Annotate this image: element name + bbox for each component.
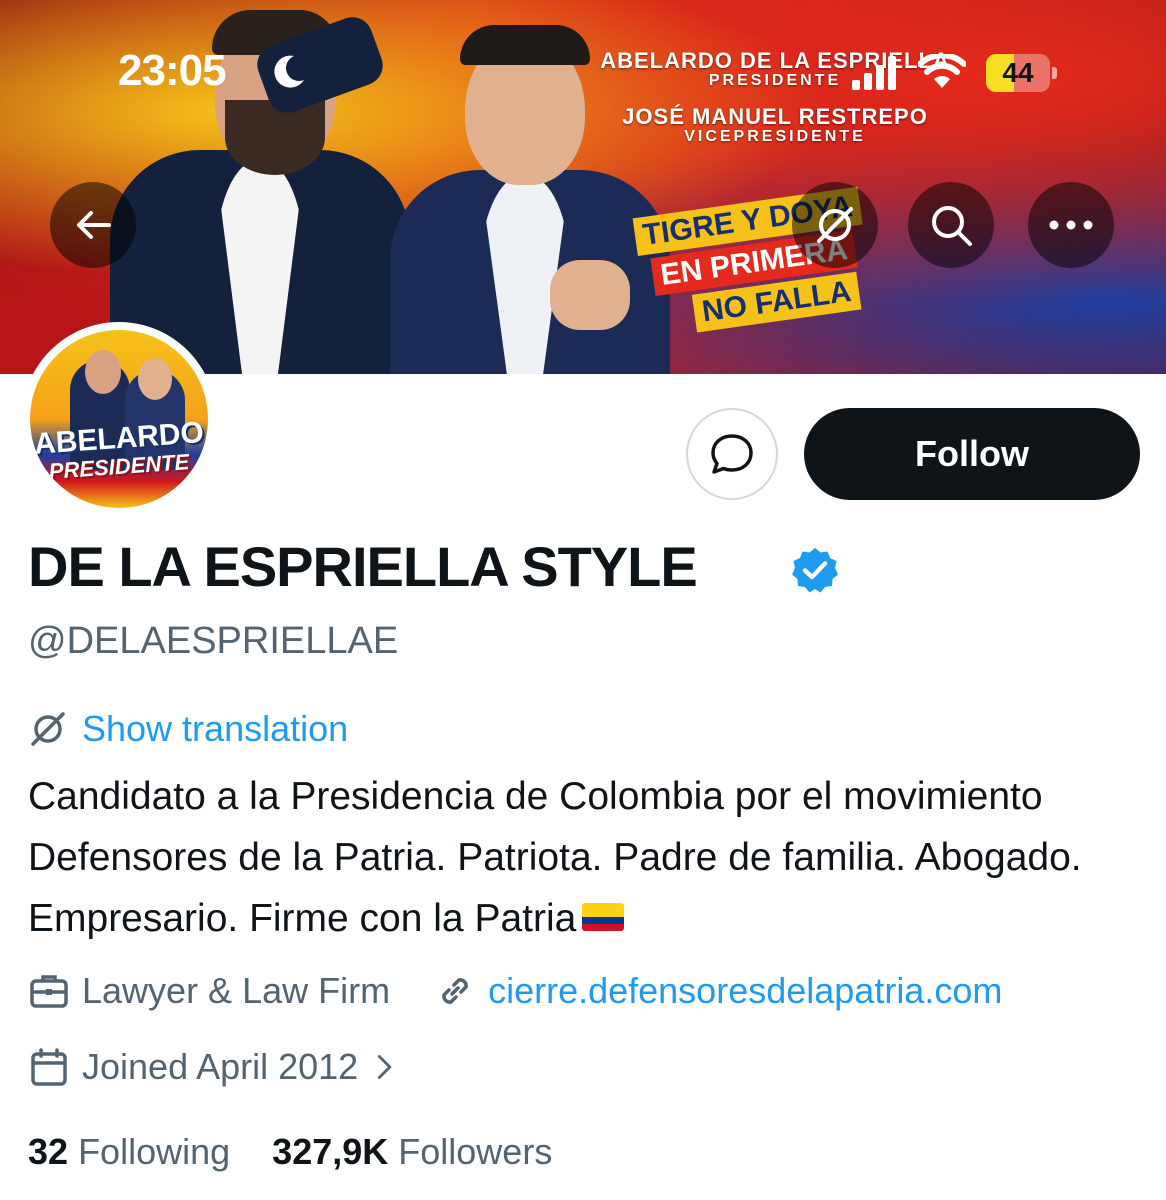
following-stat[interactable]: 32 Following: [28, 1131, 230, 1172]
status-time: 23:05: [118, 46, 227, 95]
avatar-head-left: [85, 350, 121, 394]
profile-handle: @DELAESPRIELLAE: [28, 620, 399, 662]
profile-joined-date: Joined April 2012: [82, 1046, 359, 1087]
banner-candidate-name: ABELARDO DE LA ESPRIELLA: [600, 48, 950, 73]
avatar-image: ABELARDO PRESIDENTE: [30, 330, 208, 508]
message-button[interactable]: [686, 408, 778, 500]
following-count: 32: [28, 1131, 69, 1172]
avatar-head-right: [138, 358, 172, 400]
profile-display-name: DE LA ESPRIELLA STYLE: [28, 535, 698, 598]
moon-icon: [274, 55, 304, 88]
profile-website-link[interactable]: cierre.defensoresdelapatria.com: [488, 970, 1002, 1012]
follow-button[interactable]: Follow: [804, 408, 1140, 500]
translate-icon: [31, 712, 65, 746]
profile-avatar[interactable]: ABELARDO PRESIDENTE: [22, 322, 216, 516]
show-translation-link[interactable]: Show translation: [82, 708, 348, 750]
cellular-signal-icon: [852, 56, 896, 90]
verified-badge-icon[interactable]: [790, 545, 840, 595]
battery-tip: [1052, 67, 1057, 79]
wifi-icon: [918, 54, 966, 88]
profile-bio: Candidato a la Presidencia de Colombia p…: [28, 766, 1138, 949]
followers-stat[interactable]: 327,9K Followers: [272, 1131, 552, 1172]
calendar-icon: [31, 1048, 67, 1086]
translate-button[interactable]: [792, 182, 878, 268]
profile-meta-row: Lawyer & Law Firm cierre.defensoresdelap…: [28, 970, 1002, 1012]
banner-candidate-title: PRESIDENTE: [708, 72, 842, 89]
battery-body: 44: [986, 54, 1050, 92]
message-icon: [711, 434, 753, 474]
translate-icon: [817, 207, 853, 243]
profile-joined-row[interactable]: Joined April 2012: [28, 1046, 402, 1088]
briefcase-icon: [30, 975, 68, 1008]
more-icon: [1049, 220, 1093, 230]
followers-count: 327,9K: [272, 1131, 389, 1172]
profile-category: Lawyer & Law Firm: [82, 970, 391, 1011]
bio-text: Candidato a la Presidencia de Colombia p…: [28, 775, 1082, 940]
battery-indicator: 44: [986, 54, 1060, 92]
back-arrow-icon: [77, 211, 111, 239]
show-translation-row[interactable]: Show translation: [28, 708, 348, 750]
banner-fist: [550, 260, 630, 330]
banner-beard-left: [225, 100, 325, 175]
followers-label: Followers: [398, 1131, 553, 1172]
following-label: Following: [78, 1131, 231, 1172]
banner-hair-right: [460, 25, 590, 65]
link-icon: [442, 978, 468, 1004]
profile-stats: 32 Following 327,9K Followers: [28, 1131, 552, 1173]
search-button[interactable]: [908, 182, 994, 268]
colombia-flag-emoji: [582, 902, 625, 931]
chevron-right-icon: [378, 1055, 392, 1079]
battery-level: 44: [1002, 57, 1034, 88]
banner-vp-title: VICEPRESIDENTE: [684, 128, 866, 145]
search-icon: [932, 206, 972, 246]
back-button[interactable]: [50, 182, 136, 268]
banner-vp-name: JOSÉ MANUEL RESTREPO: [622, 104, 928, 129]
more-options-button[interactable]: [1028, 182, 1114, 268]
